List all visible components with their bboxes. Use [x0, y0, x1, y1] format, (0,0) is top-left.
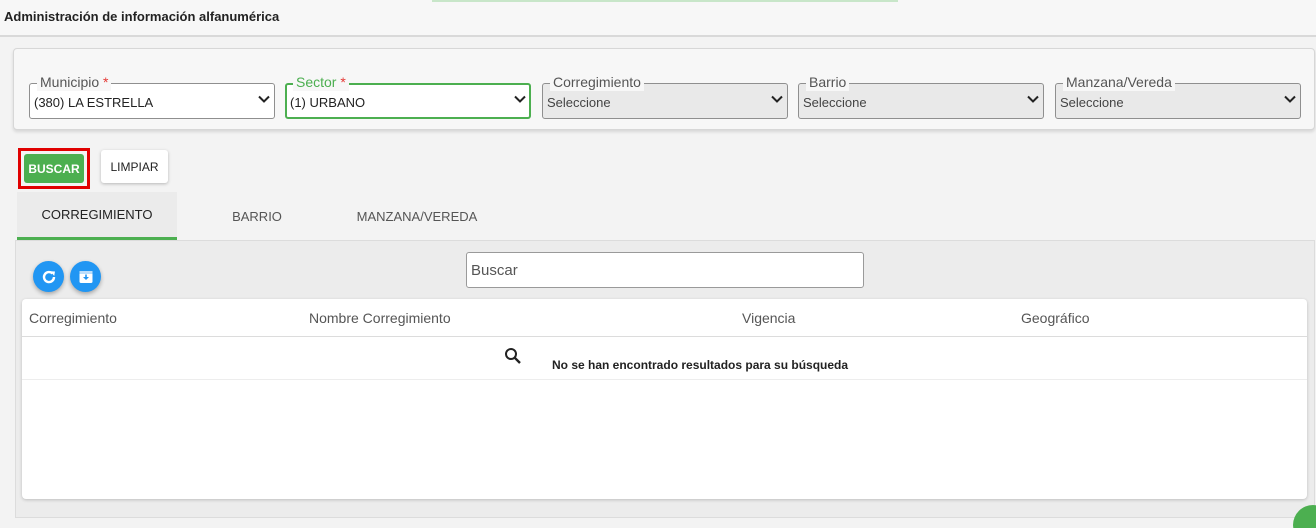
- manzana-vereda-value: Seleccione: [1060, 95, 1124, 110]
- results-table: Corregimiento Nombre Corregimiento Vigen…: [22, 299, 1307, 499]
- filters-panel: Municipio * (380) LA ESTRELLA Sector * (…: [13, 48, 1315, 130]
- search-icon: [505, 348, 521, 364]
- tab-manzana-vereda[interactable]: MANZANA/VEREDA: [337, 192, 497, 240]
- download-icon: [79, 270, 92, 283]
- chevron-down-icon: [1284, 95, 1296, 103]
- corregimiento-label: Corregimiento: [550, 73, 644, 91]
- sector-value: (1) URBANO: [290, 95, 366, 110]
- loading-indicator: [432, 0, 898, 2]
- top-bar: Administración de información alfanuméri…: [0, 0, 1316, 37]
- manzana-vereda-select[interactable]: Manzana/Vereda Seleccione: [1055, 73, 1301, 119]
- manzana-vereda-label: Manzana/Vereda: [1063, 73, 1175, 91]
- municipio-value: (380) LA ESTRELLA: [34, 95, 154, 110]
- sector-select[interactable]: Sector * (1) URBANO: [285, 73, 531, 119]
- buscar-button[interactable]: BUSCAR: [24, 154, 84, 183]
- search-input[interactable]: [466, 252, 864, 288]
- barrio-label: Barrio: [806, 73, 850, 91]
- tab-corregimiento[interactable]: CORREGIMIENTO: [17, 192, 177, 240]
- tab-barrio[interactable]: BARRIO: [197, 192, 317, 240]
- sector-label: Sector *: [293, 73, 349, 91]
- chevron-down-icon: [514, 95, 526, 103]
- limpiar-button[interactable]: LIMPIAR: [101, 150, 168, 183]
- chevron-down-icon: [258, 95, 270, 103]
- table-header: Corregimiento Nombre Corregimiento Vigen…: [22, 299, 1307, 337]
- barrio-select[interactable]: Barrio Seleccione: [798, 73, 1044, 119]
- corregimiento-select[interactable]: Corregimiento Seleccione: [542, 73, 788, 119]
- buscar-highlight: BUSCAR: [18, 148, 90, 189]
- municipio-select[interactable]: Municipio * (380) LA ESTRELLA: [29, 73, 275, 119]
- column-header-geografico[interactable]: Geográfico: [1021, 310, 1089, 326]
- barrio-value: Seleccione: [803, 95, 867, 110]
- empty-message: No se han encontrado resultados para su …: [552, 358, 849, 372]
- refresh-icon: [42, 270, 55, 283]
- refresh-button[interactable]: [33, 261, 64, 292]
- column-header-nombre[interactable]: Nombre Corregimiento: [309, 310, 451, 326]
- corregimiento-value: Seleccione: [547, 95, 611, 110]
- column-header-vigencia[interactable]: Vigencia: [742, 310, 795, 326]
- page-title: Administración de información alfanuméri…: [4, 9, 280, 24]
- column-header-corregimiento[interactable]: Corregimiento: [29, 310, 117, 326]
- chevron-down-icon: [771, 95, 783, 103]
- export-button[interactable]: [70, 261, 101, 292]
- municipio-label: Municipio *: [37, 73, 112, 91]
- chevron-down-icon: [1027, 95, 1039, 103]
